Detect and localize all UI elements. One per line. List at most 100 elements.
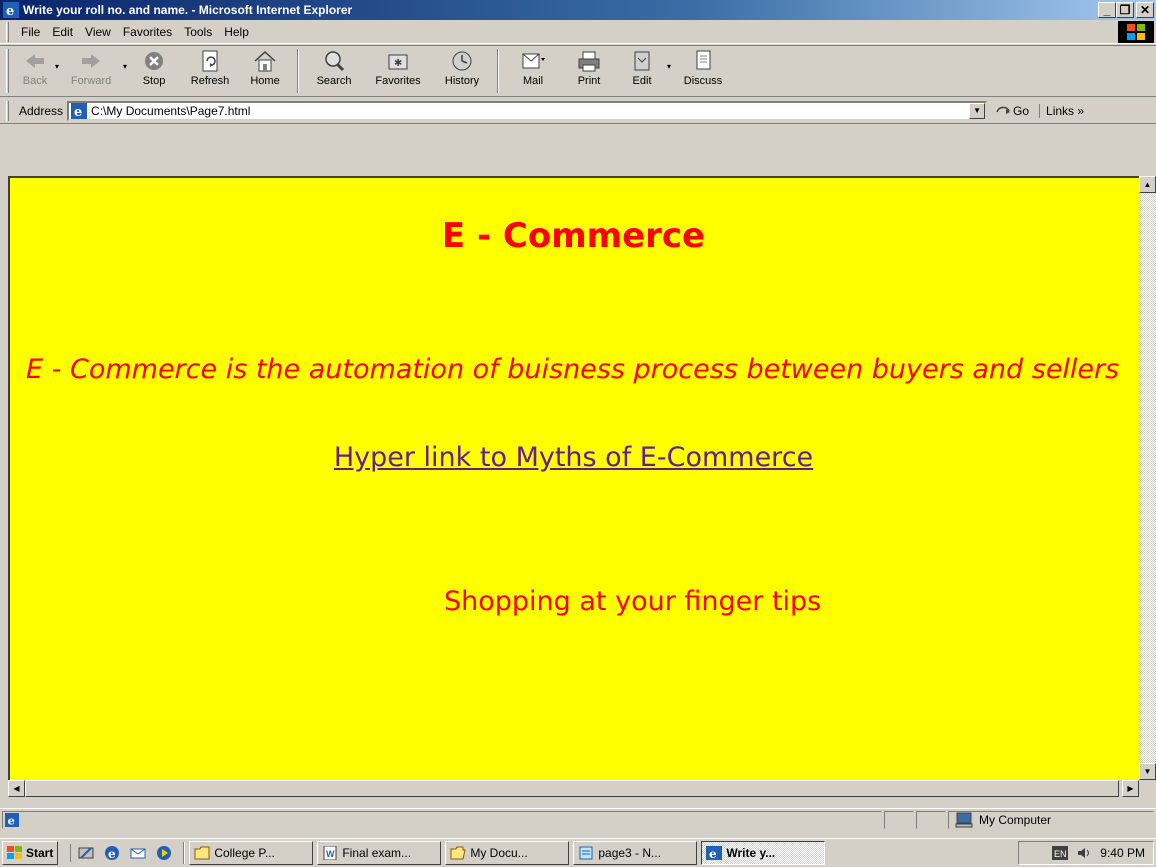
menu-bar: File Edit View Favorites Tools Help xyxy=(0,20,1156,44)
address-dropdown-icon[interactable]: ▼ xyxy=(969,102,986,119)
notepad-icon xyxy=(579,846,593,860)
stop-icon xyxy=(145,52,164,70)
svg-text:e: e xyxy=(8,813,15,827)
minimize-button[interactable]: _ xyxy=(1098,2,1116,18)
page-tagline: Shopping at your finger tips xyxy=(444,586,822,617)
folder-icon xyxy=(194,846,210,860)
language-icon[interactable]: EN xyxy=(1052,846,1069,860)
stop-button[interactable]: Stop xyxy=(127,46,181,94)
my-computer-icon xyxy=(955,812,973,827)
system-tray: EN 9:40 PM xyxy=(1018,841,1154,865)
scroll-right-icon[interactable]: ▶ xyxy=(1122,780,1139,797)
edit-page-icon xyxy=(634,51,650,71)
title-bar: e Write your roll no. and name. - Micros… xyxy=(0,0,1156,20)
start-button[interactable]: Start xyxy=(2,841,59,865)
ie-page-icon: e xyxy=(5,812,19,827)
mail-icon xyxy=(522,53,546,69)
status-text: e xyxy=(2,810,882,829)
scrollbar-corner xyxy=(1139,780,1156,797)
svg-text:e: e xyxy=(6,4,14,18)
back-arrow-icon xyxy=(26,54,44,68)
print-button[interactable]: Print xyxy=(561,46,617,94)
taskbar: Start e College P... W Final exam... My … xyxy=(0,838,1156,867)
task-page3-notepad[interactable]: page3 - N... xyxy=(573,841,698,865)
svg-text:✱: ✱ xyxy=(394,58,402,69)
quick-launch: e xyxy=(70,844,173,862)
menu-favorites[interactable]: Favorites xyxy=(117,25,178,39)
favorites-button[interactable]: ✱ Favorites xyxy=(363,46,433,94)
standard-toolbar: Back ▾ Forward ▾ Stop Refresh Home Searc… xyxy=(0,45,1156,97)
refresh-button[interactable]: Refresh xyxy=(181,46,239,94)
links-button[interactable]: Links » xyxy=(1039,103,1084,118)
page-paragraph: E - Commerce is the automation of buisne… xyxy=(26,354,1120,385)
toolbar-separator xyxy=(297,49,300,93)
address-label: Address xyxy=(19,103,64,118)
toolbar-grip[interactable] xyxy=(6,100,9,121)
home-icon xyxy=(254,50,276,72)
svg-text:W: W xyxy=(326,849,335,859)
svg-text:e: e xyxy=(74,105,82,119)
favorites-folder-icon: ✱ xyxy=(388,54,408,70)
menu-view[interactable]: View xyxy=(79,25,117,39)
menu-help[interactable]: Help xyxy=(218,25,255,39)
status-security-cell xyxy=(916,810,946,829)
task-write-your-roll-ie[interactable]: e Write y... xyxy=(701,841,826,865)
menu-tools[interactable]: Tools xyxy=(178,25,218,39)
windows-flag-icon xyxy=(7,846,22,859)
history-icon xyxy=(452,51,472,71)
toolbar-grip[interactable] xyxy=(6,49,9,93)
scroll-up-icon[interactable]: ▲ xyxy=(1139,176,1156,193)
forward-arrow-icon xyxy=(82,54,101,68)
printer-icon xyxy=(578,51,600,72)
history-button[interactable]: History xyxy=(433,46,491,94)
clock[interactable]: 9:40 PM xyxy=(1100,846,1145,860)
maximize-button[interactable]: ❐ xyxy=(1116,2,1134,18)
windows-logo-icon xyxy=(1118,21,1154,43)
scroll-left-icon[interactable]: ◀ xyxy=(8,780,25,797)
svg-text:e: e xyxy=(108,847,116,861)
internet-explorer-icon: e xyxy=(3,2,19,18)
myths-hyperlink[interactable]: Hyper link to Myths of E-Commerce xyxy=(334,442,813,473)
status-progress-cell xyxy=(884,810,914,829)
menu-file[interactable]: File xyxy=(15,25,46,39)
address-value: C:\My Documents\Page7.html xyxy=(91,103,251,118)
task-my-documents[interactable]: My Docu... xyxy=(445,841,570,865)
page-heading: E - Commerce xyxy=(441,216,706,256)
page-viewport: E - Commerce E - Commerce is the automat… xyxy=(8,176,1139,780)
folder-open-icon xyxy=(450,846,466,860)
task-final-exam-document[interactable]: W Final exam... xyxy=(317,841,442,865)
internet-explorer-icon: e xyxy=(706,846,723,860)
close-button[interactable]: ✕ xyxy=(1136,2,1154,18)
page-icon: e xyxy=(71,102,88,119)
back-button[interactable]: Back xyxy=(15,46,55,94)
edit-button[interactable]: Edit xyxy=(617,46,667,94)
horizontal-scrollbar[interactable]: ◀ ▶ xyxy=(8,780,1139,797)
discuss-icon xyxy=(696,50,711,70)
internet-explorer-icon[interactable]: e xyxy=(103,844,121,862)
home-button[interactable]: Home xyxy=(239,46,291,94)
task-college-folder[interactable]: College P... xyxy=(189,841,314,865)
mail-button[interactable]: Mail xyxy=(505,46,561,94)
forward-button[interactable]: Forward xyxy=(59,46,123,94)
window-title: Write your roll no. and name. - Microsof… xyxy=(23,3,353,17)
search-button[interactable]: Search xyxy=(305,46,363,94)
search-icon xyxy=(325,51,345,72)
vertical-scrollbar[interactable]: ▲ ▼ xyxy=(1139,176,1156,780)
discuss-button[interactable]: Discuss xyxy=(671,46,735,94)
toolbar-grip[interactable] xyxy=(6,21,9,42)
address-bar: Address e C:\My Documents\Page7.html ▼ G… xyxy=(0,98,1156,124)
media-player-icon[interactable] xyxy=(155,844,173,862)
refresh-icon xyxy=(202,50,218,72)
address-input[interactable]: e C:\My Documents\Page7.html ▼ xyxy=(67,100,988,121)
go-button[interactable]: Go xyxy=(995,103,1029,119)
horizontal-scroll-thumb[interactable] xyxy=(25,780,1119,797)
outlook-express-icon[interactable] xyxy=(129,844,147,862)
svg-text:e: e xyxy=(709,847,717,860)
scroll-down-icon[interactable]: ▼ xyxy=(1139,763,1156,780)
menu-edit[interactable]: Edit xyxy=(46,25,79,39)
show-desktop-icon[interactable] xyxy=(77,844,95,862)
status-bar: e My Computer xyxy=(0,808,1156,830)
word-document-icon: W xyxy=(323,846,337,860)
volume-icon[interactable] xyxy=(1076,846,1092,860)
taskbar-separator xyxy=(183,842,186,864)
